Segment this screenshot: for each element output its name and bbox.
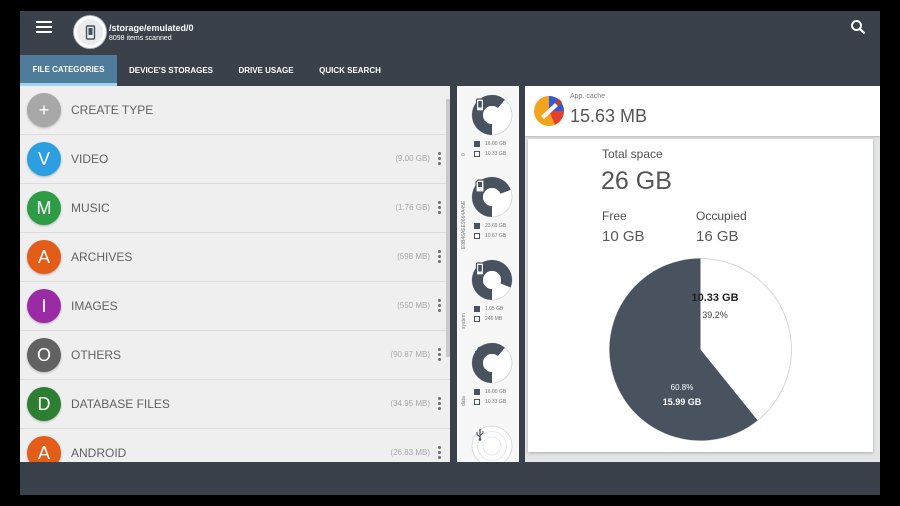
free-value: 10 GB <box>602 228 645 245</box>
category-size: (550 MB) <box>397 301 430 310</box>
android-icon <box>475 346 486 356</box>
more-options-icon[interactable] <box>438 201 442 215</box>
phone-icon <box>85 24 95 40</box>
free-legend: 10.67 GB <box>474 231 506 241</box>
category-size: (90.87 MB) <box>390 350 430 359</box>
category-size: (34.95 MB) <box>390 399 430 408</box>
app-window: /storage/emulated/0 8098 items scanned F… <box>20 11 880 495</box>
add-icon: + <box>27 93 61 127</box>
more-options-icon[interactable] <box>438 250 442 264</box>
free-legend: 246 MB <box>474 314 502 324</box>
usb-icon <box>476 429 484 441</box>
category-video[interactable]: V VIDEO (9.00 GB) <box>20 135 450 184</box>
category-letter-icon: I <box>27 289 61 323</box>
scrollbar-thumb[interactable] <box>446 99 450 357</box>
more-options-icon[interactable] <box>438 299 442 313</box>
create-type-item[interactable]: + CREATE TYPE <box>20 86 450 135</box>
occupied-label: Occupied <box>696 209 747 223</box>
used-legend: 23.69 GB <box>474 221 506 231</box>
category-letter-icon: A <box>27 240 61 274</box>
category-name: VIDEO <box>71 152 109 166</box>
storage-item[interactable]: data 16.00 GB 10.33 GB <box>457 338 519 418</box>
storage-label: system <box>461 313 467 329</box>
phone-icon <box>475 262 485 276</box>
category-name: MUSIC <box>71 201 110 215</box>
free-value: 10.67 GB <box>485 233 507 239</box>
free-value: 10.33 GB <box>485 151 507 157</box>
tab-drive-usage[interactable]: DRIVE USAGE <box>225 55 307 86</box>
more-options-icon[interactable] <box>438 446 442 460</box>
category-database-files[interactable]: D DATABASE FILES (34.95 MB) <box>20 380 450 429</box>
storage-label: E0B46AEE9664A45E <box>461 200 467 249</box>
used-value: 16.00 GB <box>485 141 507 147</box>
free-legend: 10.33 GB <box>474 149 506 159</box>
file-categories-list: + CREATE TYPE V VIDEO (9.00 GB) M MUSIC … <box>20 86 450 472</box>
category-size: (1.76 GB) <box>395 203 430 212</box>
tab-file-categories[interactable]: FILE CATEGORIES <box>20 55 117 86</box>
phone-icon <box>475 98 485 112</box>
used-value: 1.05 GB <box>485 306 504 312</box>
used-legend: 16.00 GB <box>474 387 506 397</box>
pie-occupied-value: 15.99 GB <box>663 397 702 407</box>
category-size: (9.00 GB) <box>395 154 430 163</box>
storage-item[interactable]: 0 16.00 GB 10.33 GB <box>457 86 519 168</box>
storage-item[interactable]: E0B46AEE9664A45E 23.69 GB 10.67 GB <box>457 172 519 252</box>
category-name: DATABASE FILES <box>71 397 170 411</box>
category-letter-icon: V <box>27 142 61 176</box>
used-value: 23.69 GB <box>485 223 507 229</box>
storage-item[interactable]: system 1.05 GB 246 MB <box>457 255 519 335</box>
used-value: 16.00 GB <box>485 389 507 395</box>
total-space-value: 26 GB <box>601 167 672 195</box>
category-name: ARCHIVES <box>71 250 133 264</box>
items-scanned: 8098 items scanned <box>109 35 172 42</box>
total-space-title: Total space <box>602 147 663 161</box>
app-cache-label: App. cache <box>570 93 606 100</box>
overview-panel: App. cache 15.63 MB Total space 26 GB Fr… <box>525 86 880 462</box>
category-size: (26.83 MB) <box>390 448 430 457</box>
more-options-icon[interactable] <box>438 152 442 166</box>
category-size: (598 MB) <box>397 252 430 261</box>
category-music[interactable]: M MUSIC (1.76 GB) <box>20 184 450 233</box>
pie-occupied-percent: 60.8% <box>671 383 694 392</box>
storage-badge[interactable] <box>74 16 106 48</box>
app-cache-card[interactable]: App. cache 15.63 MB <box>525 86 880 136</box>
storages-strip: 0 16.00 GB 10.33 GB E0B46AEE9664A45E 23.… <box>457 86 519 472</box>
sd-card-icon <box>475 179 485 193</box>
category-letter-icon: D <box>27 387 61 421</box>
free-label: Free <box>602 209 627 223</box>
category-name: IMAGES <box>71 299 118 313</box>
category-others[interactable]: O OTHERS (90.87 MB) <box>20 331 450 380</box>
category-name: OTHERS <box>71 348 122 362</box>
free-legend: 10.33 GB <box>474 397 506 407</box>
tab-devices-storages[interactable]: DEVICE'S STORAGES <box>117 55 225 86</box>
total-space-card: Total space 26 GB Free 10 GB Occupied 16… <box>528 139 873 452</box>
app-cache-value: 15.63 MB <box>570 106 648 126</box>
free-value: 246 MB <box>485 316 503 322</box>
pie-free-value: 10.33 GB <box>691 292 738 304</box>
search-icon[interactable] <box>850 19 866 35</box>
category-archives[interactable]: A ARCHIVES (598 MB) <box>20 233 450 282</box>
category-letter-icon: M <box>27 191 61 225</box>
storage-label: data <box>461 396 467 406</box>
storage-label: 0 <box>461 153 467 156</box>
tab-quick-search[interactable]: QUICK SEARCH <box>307 55 393 86</box>
used-legend: 16.00 GB <box>474 139 506 149</box>
category-letter-icon: O <box>27 338 61 372</box>
more-options-icon[interactable] <box>438 348 442 362</box>
cache-cleaner-icon <box>534 96 565 126</box>
storage-path: /storage/emulated/0 <box>109 23 194 33</box>
pie-free-percent: 39.2% <box>702 310 728 320</box>
bottom-bar <box>20 462 880 495</box>
occupied-value: 16 GB <box>696 228 739 245</box>
tab-bar: FILE CATEGORIES DEVICE'S STORAGES DRIVE … <box>20 55 880 86</box>
hamburger-menu-icon[interactable] <box>36 21 52 35</box>
more-options-icon[interactable] <box>438 397 442 411</box>
category-name: CREATE TYPE <box>71 103 154 117</box>
used-legend: 1.05 GB <box>474 304 503 314</box>
space-pie-chart: 10.33 GB 39.2% 60.8% 15.99 GB <box>609 258 792 441</box>
category-images[interactable]: I IMAGES (550 MB) <box>20 282 450 331</box>
free-value: 10.33 GB <box>485 399 507 405</box>
category-name: ANDROID <box>71 446 127 460</box>
top-app-bar: /storage/emulated/0 8098 items scanned <box>20 11 880 55</box>
